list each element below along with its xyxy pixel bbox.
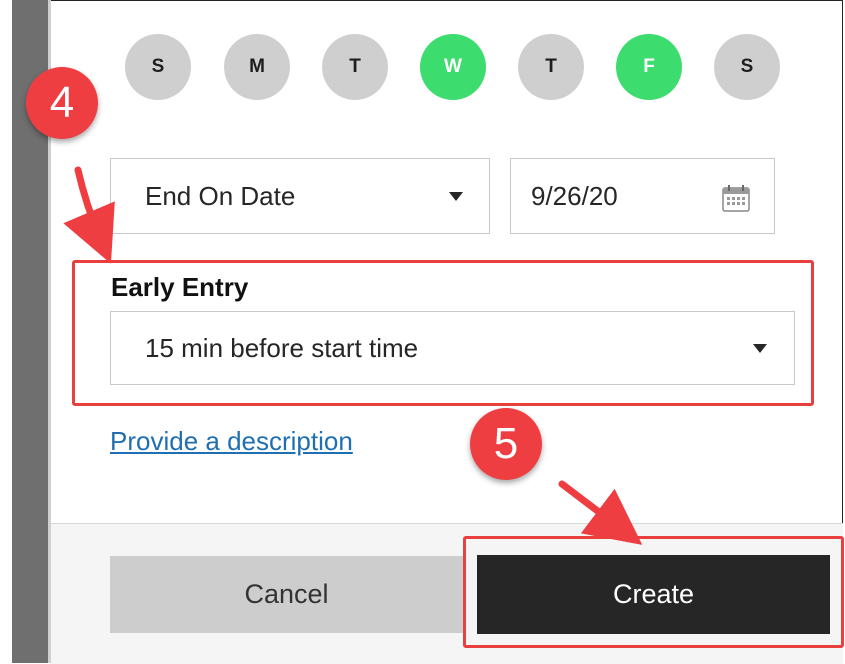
step-5-arrow bbox=[558, 480, 643, 545]
arrow-icon bbox=[63, 166, 643, 545]
step-4-arrow bbox=[63, 166, 115, 264]
